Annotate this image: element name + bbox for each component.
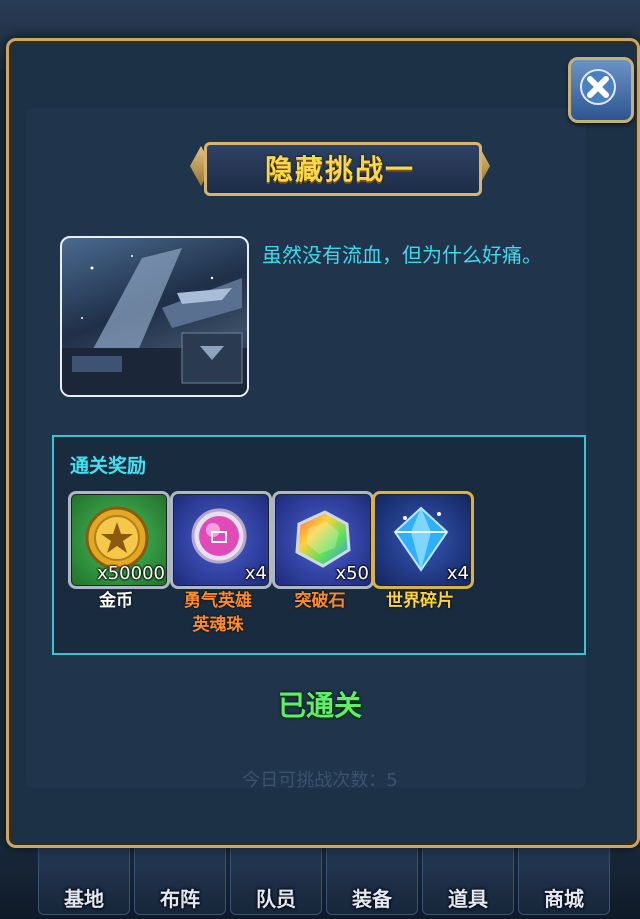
nav-label: 布阵	[160, 887, 200, 911]
nav-label: 道具	[448, 887, 488, 911]
reward-name: 勇气英雄 英魂珠	[184, 591, 252, 635]
title-banner: 隐藏挑战一	[190, 138, 490, 196]
dialog-title: 隐藏挑战一	[264, 153, 415, 186]
reward-frame: x50000	[68, 491, 170, 589]
nav-item-items[interactable]: 道具	[422, 841, 514, 915]
reward-count: x4	[244, 563, 267, 584]
reward-name: 金币	[99, 591, 133, 611]
reward-frame: x4	[372, 491, 474, 589]
close-icon	[580, 69, 616, 105]
nav-label: 装备	[352, 887, 392, 911]
reward-count: x50000	[97, 563, 165, 584]
reward-item-breakthrough-stone[interactable]: x50 突破石	[272, 491, 374, 641]
reward-item-world-shard[interactable]: x4 世界碎片	[372, 491, 474, 641]
stage-description: 虽然没有流血，但为什么好痛。	[262, 243, 542, 267]
nav-label: 商城	[544, 887, 584, 911]
reward-frame: x4	[170, 491, 272, 589]
reward-name: 突破石	[294, 591, 346, 611]
nav-item-team[interactable]: 队员	[230, 841, 322, 915]
stage-thumbnail	[60, 236, 249, 397]
background-attempts-text: 今日可挑战次数：5	[242, 770, 398, 791]
cleared-status: 已通关	[277, 689, 362, 722]
reward-frame: x50	[272, 491, 374, 589]
nav-item-formation[interactable]: 布阵	[134, 841, 226, 915]
space-station-image	[62, 248, 247, 395]
close-button[interactable]	[568, 57, 634, 123]
rewards-title: 通关奖励	[70, 455, 147, 477]
nav-item-shop[interactable]: 商城	[518, 841, 610, 915]
reward-count: x4	[446, 563, 469, 584]
reward-count: x50	[335, 563, 369, 584]
bottom-nav: 基地 布阵 队员 装备 道具 商城	[0, 839, 640, 919]
nav-label: 基地	[64, 887, 104, 911]
nav-item-base[interactable]: 基地	[38, 841, 130, 915]
reward-item-gold[interactable]: x50000 金币	[68, 491, 170, 641]
reward-item-hero-soul-orb[interactable]: x4 勇气英雄 英魂珠	[170, 491, 272, 641]
rewards-box: 通关奖励 x50000 金币 x4 勇气英雄 英魂珠 x50 突破石 x4 世界…	[52, 435, 586, 655]
nav-label: 队员	[256, 887, 296, 911]
reward-name: 世界碎片	[386, 591, 454, 611]
nav-item-equipment[interactable]: 装备	[326, 841, 418, 915]
